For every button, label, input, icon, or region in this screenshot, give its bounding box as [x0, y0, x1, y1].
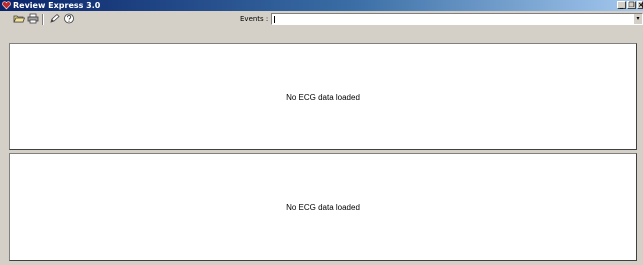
- restore-button[interactable]: ❐: [627, 1, 636, 9]
- ecg-panel-bottom[interactable]: No ECG data loaded: [9, 153, 637, 261]
- toolbar: Events : ▾: [0, 11, 643, 41]
- open-folder-icon: [13, 13, 26, 26]
- window-edge: [638, 41, 643, 265]
- open-button[interactable]: [13, 13, 26, 26]
- toolbar-separator: [42, 14, 44, 25]
- events-label: Events :: [240, 15, 269, 23]
- no-data-message: No ECG data loaded: [286, 203, 360, 212]
- text-caret: [274, 16, 275, 23]
- window-title: Review Express 3.0: [13, 1, 101, 10]
- heart-icon: [2, 1, 11, 10]
- chevron-down-icon[interactable]: ▾: [634, 14, 642, 24]
- help-icon: [63, 13, 75, 26]
- close-button[interactable]: ×: [637, 1, 643, 9]
- edit-button[interactable]: [49, 13, 61, 25]
- no-data-message: No ECG data loaded: [286, 93, 360, 102]
- print-button[interactable]: [27, 13, 39, 25]
- minimize-button[interactable]: _: [617, 1, 626, 9]
- help-button[interactable]: [63, 13, 75, 25]
- title-bar[interactable]: Review Express 3.0 _ ❐ ×: [0, 0, 643, 11]
- printer-icon: [27, 13, 39, 26]
- events-combobox[interactable]: ▾: [271, 13, 643, 25]
- ecg-panel-top[interactable]: No ECG data loaded: [9, 43, 637, 150]
- pencil-icon: [49, 13, 61, 26]
